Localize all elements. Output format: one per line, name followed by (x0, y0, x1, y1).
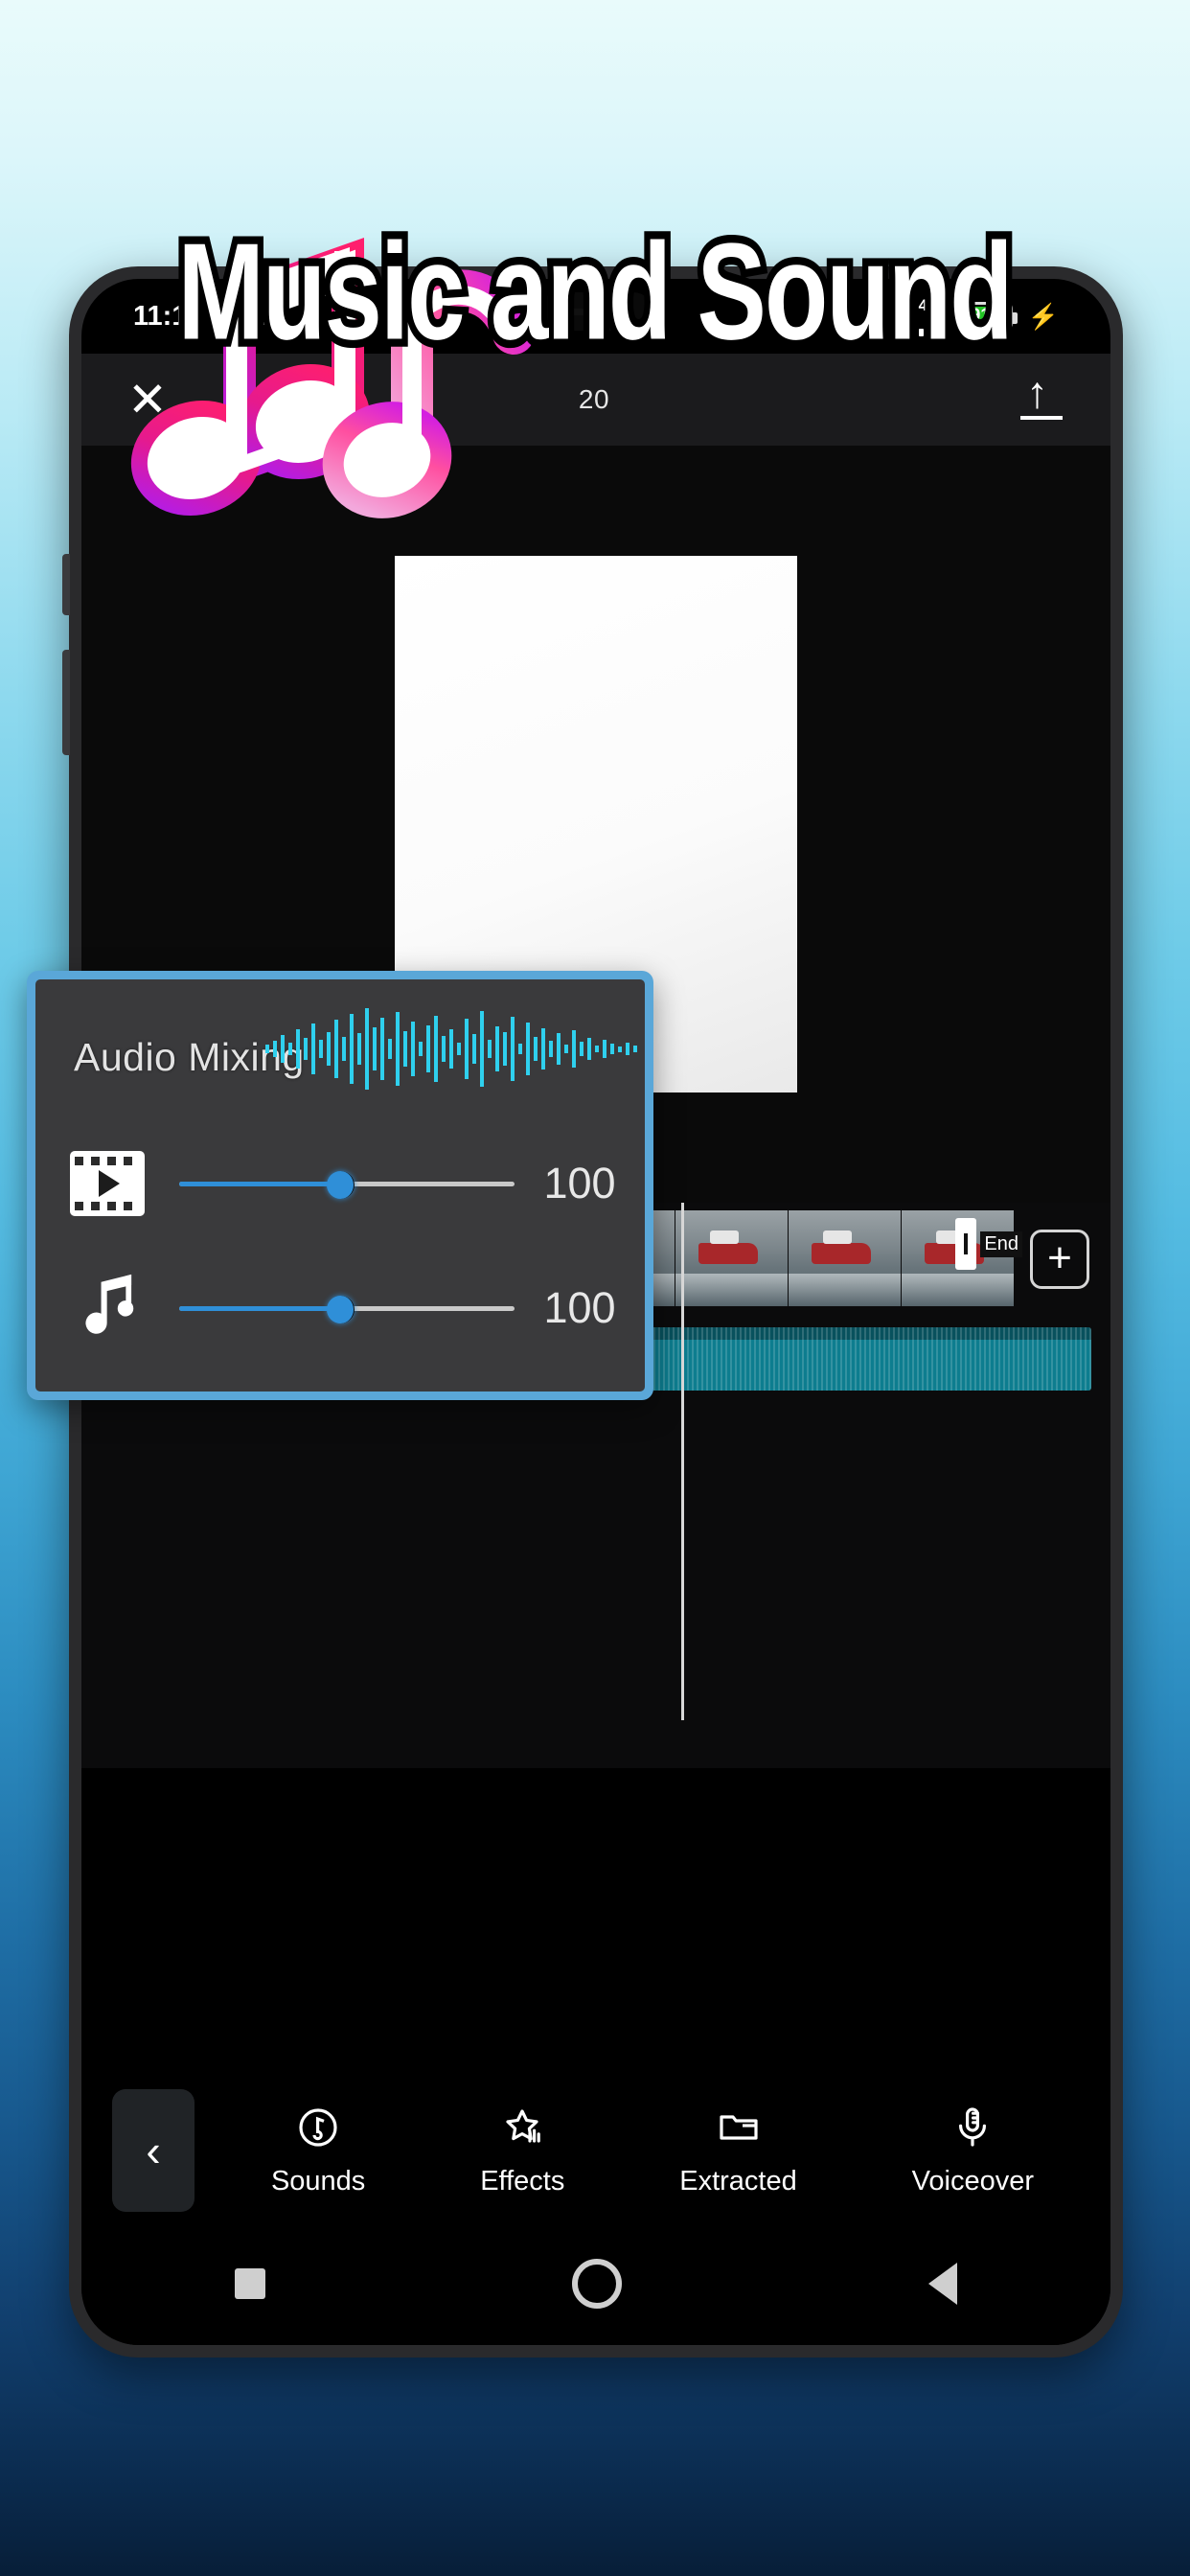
music-volume-slider[interactable] (179, 1289, 515, 1327)
square-icon[interactable] (235, 2268, 265, 2299)
bottom-toolbar: ‹ Sounds Effects Extracted Voiceover (81, 2079, 1110, 2222)
triangle-back-icon[interactable] (928, 2263, 957, 2305)
video-film-icon (35, 1151, 179, 1216)
playhead[interactable] (681, 1203, 684, 1720)
music-disc-icon (295, 2104, 341, 2150)
tab-label: Extracted (679, 2165, 797, 2196)
music-note-icon (35, 1267, 179, 1349)
tab-label: Sounds (270, 2165, 366, 2196)
export-upload-icon[interactable] (1020, 366, 1064, 424)
trim-handle-icon[interactable] (955, 1218, 977, 1270)
tab-voiceover[interactable]: Voiceover (912, 2104, 1034, 2197)
slider-fill (179, 1306, 340, 1311)
page-title: Music and Sound (0, 210, 1190, 373)
tab-extracted[interactable]: Extracted (679, 2104, 797, 2197)
page-title-text: Music and Sound (172, 210, 1020, 373)
slider-thumb[interactable] (327, 1171, 355, 1199)
tab-label: Effects (480, 2165, 565, 2196)
android-nav-bar (81, 2222, 1110, 2345)
video-volume-value: 100 (543, 1159, 616, 1208)
slider-fill (179, 1182, 340, 1186)
tab-effects[interactable]: Effects (480, 2104, 564, 2197)
clip-end-handle[interactable]: End (955, 1218, 1022, 1270)
resolution-label[interactable]: 20 (579, 384, 609, 415)
star-effects-icon (499, 2104, 545, 2150)
audio-mixing-panel: Audio Mixing 100 100 (27, 971, 653, 1400)
video-volume-slider[interactable] (179, 1164, 515, 1203)
add-clip-button[interactable]: + (1030, 1230, 1089, 1289)
music-volume-value: 100 (543, 1283, 616, 1332)
tab-sounds[interactable]: Sounds (271, 2104, 365, 2197)
clip-end-label: End (980, 1230, 1022, 1257)
close-icon[interactable]: ✕ (127, 376, 168, 424)
slider-thumb[interactable] (327, 1296, 355, 1323)
waveform-icon (265, 1008, 637, 1090)
toolbar-back-button[interactable]: ‹ (112, 2089, 195, 2212)
audio-mixing-body: Audio Mixing 100 100 (35, 979, 645, 1392)
music-volume-row: 100 (35, 1255, 645, 1361)
circle-icon[interactable] (572, 2259, 622, 2309)
clip-thumbnail[interactable] (675, 1210, 789, 1306)
clip-thumbnail[interactable] (789, 1210, 902, 1306)
folder-icon (716, 2104, 762, 2150)
tab-label: Voiceover (911, 2165, 1035, 2196)
video-volume-row: 100 (35, 1131, 645, 1236)
microphone-icon (950, 2104, 995, 2150)
